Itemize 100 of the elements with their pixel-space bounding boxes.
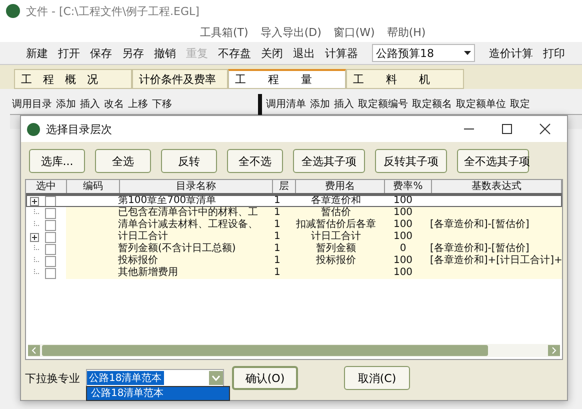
dropdown-option[interactable]: 公路18清单范本 xyxy=(87,387,229,400)
field-label: 下拉换专业 xyxy=(25,370,80,386)
menu-item[interactable]: 导入导出(D) xyxy=(260,24,322,40)
table-row[interactable]: 清单合计减去材料、工程设备、 1 扣减暂估价后各章 100 [各章造价和]-[暂估价] xyxy=(26,219,562,231)
tab[interactable]: 计价条件及费率 xyxy=(132,69,228,89)
table-cell-text: 1 xyxy=(273,255,282,267)
table-cell-text: 1 xyxy=(273,231,282,243)
checkbox[interactable] xyxy=(45,268,56,278)
table-cell: 计日工合计 xyxy=(311,231,361,242)
table-cell-text: 1 xyxy=(273,195,282,207)
checkbox[interactable] xyxy=(45,208,56,218)
toolbar-button[interactable]: 下移 xyxy=(150,96,174,112)
table-row[interactable]: 投标报价 1 投标报价 100 [各章造价和]+[计日工合计]+ xyxy=(26,255,562,267)
table-cell-text: 1 xyxy=(273,267,282,279)
checkbox[interactable] xyxy=(45,196,56,206)
toolbar-button[interactable]: 调用清单 xyxy=(264,96,308,112)
table-row[interactable]: 暂列金额(不含计日工总额) 1 暂列金额 0 [各章造价和]-[暂估价] xyxy=(26,243,562,255)
checkbox[interactable] xyxy=(45,244,56,254)
table-cell-text: 清单合计减去材料、工程设备、 xyxy=(118,219,259,230)
table-cell-text: 投标报价 xyxy=(118,255,159,266)
table-cell-text: 其他新增费用 xyxy=(118,267,179,279)
scroll-left-icon[interactable] xyxy=(28,345,40,356)
toolbar-button[interactable]: 打印 xyxy=(539,44,569,62)
table-cell-text: 计日工合计 xyxy=(118,231,169,242)
toolbar-button[interactable]: 计算器 xyxy=(321,44,362,62)
scroll-right-icon[interactable] xyxy=(548,345,560,356)
toolbar-button[interactable]: 保存 xyxy=(86,44,116,62)
tab[interactable]: 工 程 概 况 xyxy=(14,69,132,89)
table-cell-text: 100 xyxy=(392,231,414,243)
column-header: 目录名称 xyxy=(120,180,273,193)
menu-item[interactable]: 窗口(W) xyxy=(333,24,375,40)
menu-item[interactable]: 工具箱(T) xyxy=(200,24,248,40)
toolbar-button[interactable]: 插入 xyxy=(78,96,102,112)
dialog-button[interactable]: 全选其子项 xyxy=(293,149,365,173)
toolbar-button[interactable]: 另存 xyxy=(118,44,148,62)
tab[interactable]: 工 程 量 xyxy=(228,69,346,89)
table-cell: 暂估价 xyxy=(321,207,351,218)
table-cell-text: 100 xyxy=(392,195,414,207)
table-cell-text: 0 xyxy=(398,243,408,255)
specialty-dropdown[interactable]: 公路18清单范本 xyxy=(86,369,224,387)
tab[interactable]: 工 料 机 xyxy=(346,69,464,89)
app-icon xyxy=(27,122,40,136)
toolbar-button[interactable]: 关闭 xyxy=(257,44,287,62)
table-row[interactable]: 计日工合计 1 计日工合计 100 xyxy=(26,231,562,243)
expand-icon[interactable] xyxy=(30,196,39,206)
table-cell-text: 1 xyxy=(273,243,282,255)
column-header: 费用名 xyxy=(296,180,385,193)
table-row[interactable]: 其他新增费用 1 100 xyxy=(26,267,562,279)
toolbar-button[interactable]: 打开 xyxy=(54,44,84,62)
maximize-icon[interactable] xyxy=(501,123,513,135)
column-header: 选中 xyxy=(26,180,67,193)
dropdown-icon[interactable] xyxy=(209,371,223,385)
table-cell-text: 1 xyxy=(273,207,282,219)
checkbox[interactable] xyxy=(45,232,56,242)
column-header: 费率% xyxy=(385,180,432,193)
dialog-button[interactable]: 选库... xyxy=(29,149,85,173)
dialog-title: 选择目录层次 xyxy=(46,122,112,136)
app-icon xyxy=(6,4,20,18)
toolbar-button[interactable]: 退出 xyxy=(289,44,319,62)
ok-button[interactable]: 确认(O) xyxy=(232,366,298,390)
horizontal-scrollbar[interactable] xyxy=(28,344,560,357)
toolbar-button[interactable]: 添加 xyxy=(54,96,78,112)
table-row[interactable]: 已包含在清单合计中的材料、工 1 暂估价 100 xyxy=(26,207,562,219)
toolbar-button[interactable]: 取定额编号 xyxy=(356,96,410,112)
table-cell-text: 100 xyxy=(392,255,414,267)
table-cell-text: 100 xyxy=(392,207,414,219)
toolbar-button[interactable]: 取定额单位 xyxy=(454,96,508,112)
column-header: 基数表达式 xyxy=(432,180,562,193)
menu-item[interactable]: 帮助(H) xyxy=(386,24,426,40)
toolbar-button[interactable]: 上移 xyxy=(126,96,150,112)
table-cell: [各章造价和]+[计日工合计]+ xyxy=(430,255,562,266)
toolbar-button[interactable]: 新建 xyxy=(22,44,52,62)
toolbar-combo[interactable]: 公路预算18 xyxy=(372,44,475,62)
toolbar-button[interactable]: 撤销 xyxy=(150,44,180,62)
toolbar-button[interactable]: 取定额名 xyxy=(410,96,454,112)
toolbar-button[interactable]: 调用目录 xyxy=(10,96,54,112)
checkbox[interactable] xyxy=(45,256,56,266)
table-cell: 扣减暂估价后各章 xyxy=(296,219,376,230)
dialog-button[interactable]: 全不选 xyxy=(227,149,283,173)
expand-icon[interactable] xyxy=(30,232,39,242)
checkbox[interactable] xyxy=(45,220,56,230)
column-header: 层 xyxy=(273,180,296,193)
toolbar-button[interactable]: 取定 xyxy=(508,96,532,112)
table-cell-text: 暂列金额(不含计日工总额) xyxy=(118,243,237,254)
toolbar-button[interactable]: 造价计算 xyxy=(485,44,537,62)
table-cell: [各章造价和]-[暂估价] xyxy=(430,219,530,230)
close-icon[interactable] xyxy=(539,123,551,135)
table-cell-text: 100 xyxy=(392,219,414,231)
dialog-button[interactable]: 反转其子项 xyxy=(375,149,447,173)
dialog-button[interactable]: 全不选其子项 xyxy=(457,149,529,173)
column-header: 编码 xyxy=(67,180,120,193)
toolbar-button[interactable]: 插入 xyxy=(332,96,356,112)
toolbar-button[interactable]: 添加 xyxy=(308,96,332,112)
toolbar-button[interactable]: 不存盘 xyxy=(214,44,255,62)
dialog-button[interactable]: 全选 xyxy=(95,149,151,173)
cancel-button[interactable]: 取消(C) xyxy=(344,366,410,390)
table-cell-text: 已包含在清单合计中的材料、工 xyxy=(118,207,259,218)
dialog-button[interactable]: 反转 xyxy=(161,149,217,173)
table-cell: 投标报价 xyxy=(316,255,356,266)
toolbar-button[interactable]: 改名 xyxy=(102,96,126,112)
